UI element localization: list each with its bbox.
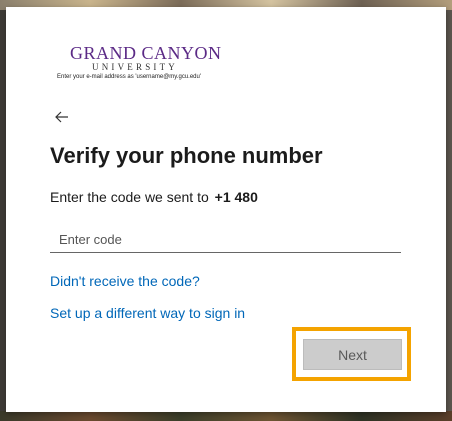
description-text: Enter the code we sent to <box>50 189 209 205</box>
university-logo: GRAND CANYON UNIVERSITY Enter your e-mai… <box>57 44 227 81</box>
alternate-sign-in-link[interactable]: Set up a different way to sign in <box>50 305 245 321</box>
arrow-left-icon <box>55 111 68 123</box>
phone-number: +1 480 <box>214 189 258 205</box>
next-button[interactable]: Next <box>303 339 402 370</box>
code-sent-description: Enter the code we sent to +1 480 <box>50 189 258 205</box>
page-title: Verify your phone number <box>50 143 323 168</box>
background-strip-bottom <box>0 411 452 421</box>
logo-subname: UNIVERSITY <box>92 62 178 72</box>
resend-code-link[interactable]: Didn't receive the code? <box>50 273 200 289</box>
logo-name: GRAND CANYON <box>70 43 222 63</box>
back-button[interactable] <box>53 108 71 126</box>
verification-code-input[interactable] <box>50 226 401 253</box>
logo-hint-text: Enter your e-mail address as 'username@m… <box>57 74 201 80</box>
